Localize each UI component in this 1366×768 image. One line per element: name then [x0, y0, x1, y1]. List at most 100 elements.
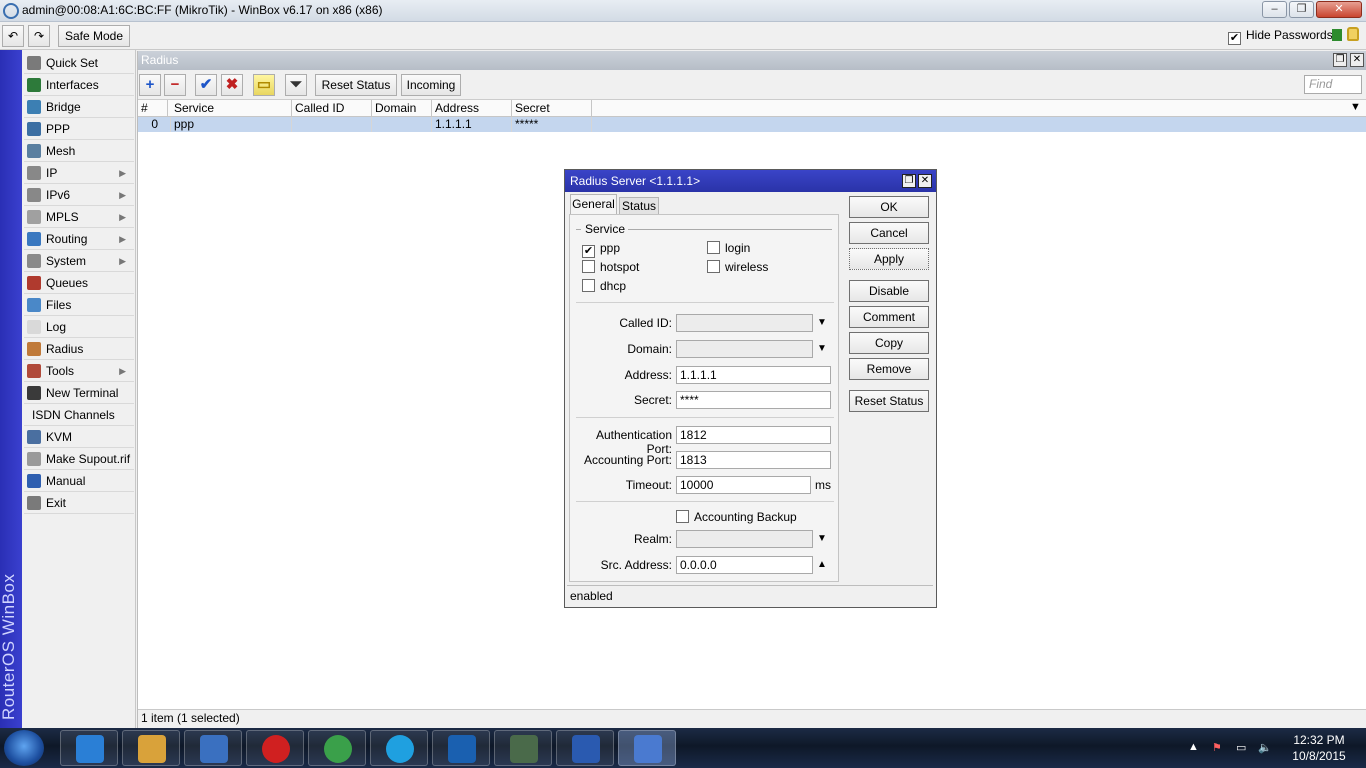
redo-icon[interactable]: ↷	[28, 25, 50, 47]
sidebar-item-mesh[interactable]: Mesh	[24, 141, 134, 162]
service-ppp-checkbox[interactable]: ✔ ppp	[582, 241, 620, 258]
sidebar-item-label: Manual	[46, 474, 86, 488]
sidebar-item-routing[interactable]: Routing ▶	[24, 229, 134, 250]
dialog-reset-status-button[interactable]: Reset Status	[849, 390, 929, 412]
columns-dropdown-icon[interactable]: ▼	[1350, 101, 1361, 113]
incoming-button[interactable]: Incoming	[401, 74, 461, 96]
taskbar-app-button[interactable]	[122, 730, 180, 766]
taskbar-terminal-app-icon	[510, 735, 538, 763]
sidebar-item-new-terminal[interactable]: New Terminal	[24, 383, 134, 404]
apply-button[interactable]: Apply	[849, 248, 929, 270]
auth-port-field[interactable]: 1812	[676, 426, 831, 444]
hide-passwords-checkbox[interactable]: ✔ Hide Passwords	[1228, 28, 1333, 45]
find-input[interactable]: Find	[1304, 75, 1362, 94]
sidebar-item-ipv6[interactable]: IPv6 ▶	[24, 185, 134, 206]
timeout-unit: ms	[815, 478, 831, 492]
sidebar-item-manual[interactable]: Manual	[24, 471, 134, 492]
timeout-field[interactable]: 10000	[676, 476, 811, 494]
comment-icon[interactable]: ▭	[253, 74, 275, 96]
volume-icon[interactable]: 🔈	[1258, 741, 1272, 754]
remove-button[interactable]: Remove	[849, 358, 929, 380]
service-login-checkbox[interactable]: login	[707, 241, 750, 255]
taskbar-app-button[interactable]	[556, 730, 614, 766]
realm-field[interactable]	[676, 530, 813, 548]
tab-status[interactable]: Status	[619, 197, 659, 214]
service-dhcp-checkbox[interactable]: dhcp	[582, 279, 626, 293]
domain-dropdown-icon[interactable]: ▼	[817, 343, 827, 354]
dialog-restore-button[interactable]: ❐	[902, 174, 916, 188]
col-header-number[interactable]: #	[138, 100, 168, 117]
src-address-collapse-icon[interactable]: ▲	[817, 559, 827, 570]
called-id-dropdown-icon[interactable]: ▼	[817, 317, 827, 328]
reset-status-button[interactable]: Reset Status	[315, 74, 397, 96]
address-field[interactable]: 1.1.1.1	[676, 366, 831, 384]
taskbar-app-button[interactable]	[370, 730, 428, 766]
col-header-called-id[interactable]: Called ID	[292, 100, 372, 117]
enable-icon[interactable]: ✔	[195, 74, 217, 96]
undo-icon[interactable]: ↶	[2, 25, 24, 47]
acct-port-field[interactable]: 1813	[676, 451, 831, 469]
sidebar-item-log[interactable]: Log	[24, 317, 134, 338]
realm-dropdown-icon[interactable]: ▼	[817, 533, 827, 544]
sidebar-item-ip[interactable]: IP ▶	[24, 163, 134, 184]
panel-restore-button[interactable]: ❐	[1333, 53, 1347, 67]
separator	[576, 302, 834, 303]
sidebar-item-quick-set[interactable]: Quick Set	[24, 53, 134, 74]
col-header-secret[interactable]: Secret	[512, 100, 592, 117]
cancel-button[interactable]: Cancel	[849, 222, 929, 244]
sidebar-item-system[interactable]: System ▶	[24, 251, 134, 272]
domain-field[interactable]	[676, 340, 813, 358]
maximize-button[interactable]: ❐	[1289, 1, 1314, 18]
sidebar-item-files[interactable]: Files	[24, 295, 134, 316]
sidebar-item-ppp[interactable]: PPP	[24, 119, 134, 140]
remove-icon[interactable]: −	[164, 74, 186, 96]
service-hotspot-checkbox[interactable]: hotspot	[582, 260, 639, 274]
sidebar-item-queues[interactable]: Queues	[24, 273, 134, 294]
dialog-close-button[interactable]: ✕	[918, 174, 932, 188]
sidebar-item-exit[interactable]: Exit	[24, 493, 134, 514]
disable-button[interactable]: Disable	[849, 280, 929, 302]
taskbar-app-button[interactable]	[432, 730, 490, 766]
taskbar-app-button[interactable]	[494, 730, 552, 766]
start-button[interactable]	[4, 730, 44, 766]
taskbar-app-button[interactable]	[184, 730, 242, 766]
sidebar-item-isdn-channels[interactable]: ISDN Channels	[24, 405, 134, 426]
disable-icon[interactable]: ✖	[221, 74, 243, 96]
col-header-address[interactable]: Address	[432, 100, 512, 117]
ok-button[interactable]: OK	[849, 196, 929, 218]
safe-mode-button[interactable]: Safe Mode	[58, 25, 130, 47]
taskbar-app-button[interactable]	[618, 730, 676, 766]
minimize-button[interactable]: –	[1262, 1, 1287, 18]
sidebar-item-mpls[interactable]: MPLS ▶	[24, 207, 134, 228]
tab-general[interactable]: General	[570, 194, 617, 215]
sidebar-item-tools[interactable]: Tools ▶	[24, 361, 134, 382]
tray-expand-icon[interactable]: ▲	[1188, 741, 1199, 753]
sidebar-item-bridge[interactable]: Bridge	[24, 97, 134, 118]
accounting-backup-checkbox[interactable]: Accounting Backup	[676, 510, 797, 524]
taskbar-app-button[interactable]	[246, 730, 304, 766]
table-row[interactable]: 0 ppp 1.1.1.1 *****	[138, 117, 1366, 132]
service-wireless-checkbox[interactable]: wireless	[707, 260, 768, 274]
col-header-service[interactable]: Service	[171, 100, 292, 117]
filter-icon[interactable]: ⏷	[285, 74, 307, 96]
close-button[interactable]: ✕	[1316, 1, 1362, 18]
src-address-field[interactable]: 0.0.0.0	[676, 556, 813, 574]
col-header-domain[interactable]: Domain	[372, 100, 432, 117]
taskbar-app-button[interactable]	[308, 730, 366, 766]
sidebar-item-kvm[interactable]: KVM	[24, 427, 134, 448]
sidebar-item-make-supout-rif[interactable]: Make Supout.rif	[24, 449, 134, 470]
action-center-icon[interactable]: ⚑	[1212, 741, 1222, 754]
add-icon[interactable]: +	[139, 74, 161, 96]
sidebar-item-label: New Terminal	[46, 386, 119, 400]
copy-button[interactable]: Copy	[849, 332, 929, 354]
secret-field[interactable]: ****	[676, 391, 831, 409]
comment-button[interactable]: Comment	[849, 306, 929, 328]
called-id-field[interactable]	[676, 314, 813, 332]
network-icon[interactable]: ▭	[1236, 741, 1246, 754]
taskbar-app-button[interactable]	[60, 730, 118, 766]
sidebar-item-radius[interactable]: Radius	[24, 339, 134, 360]
clock[interactable]: 12:32 PM 10/8/2015	[1284, 732, 1354, 764]
panel-close-button[interactable]: ✕	[1350, 53, 1364, 67]
address-label: Address:	[624, 368, 672, 382]
sidebar-item-interfaces[interactable]: Interfaces	[24, 75, 134, 96]
